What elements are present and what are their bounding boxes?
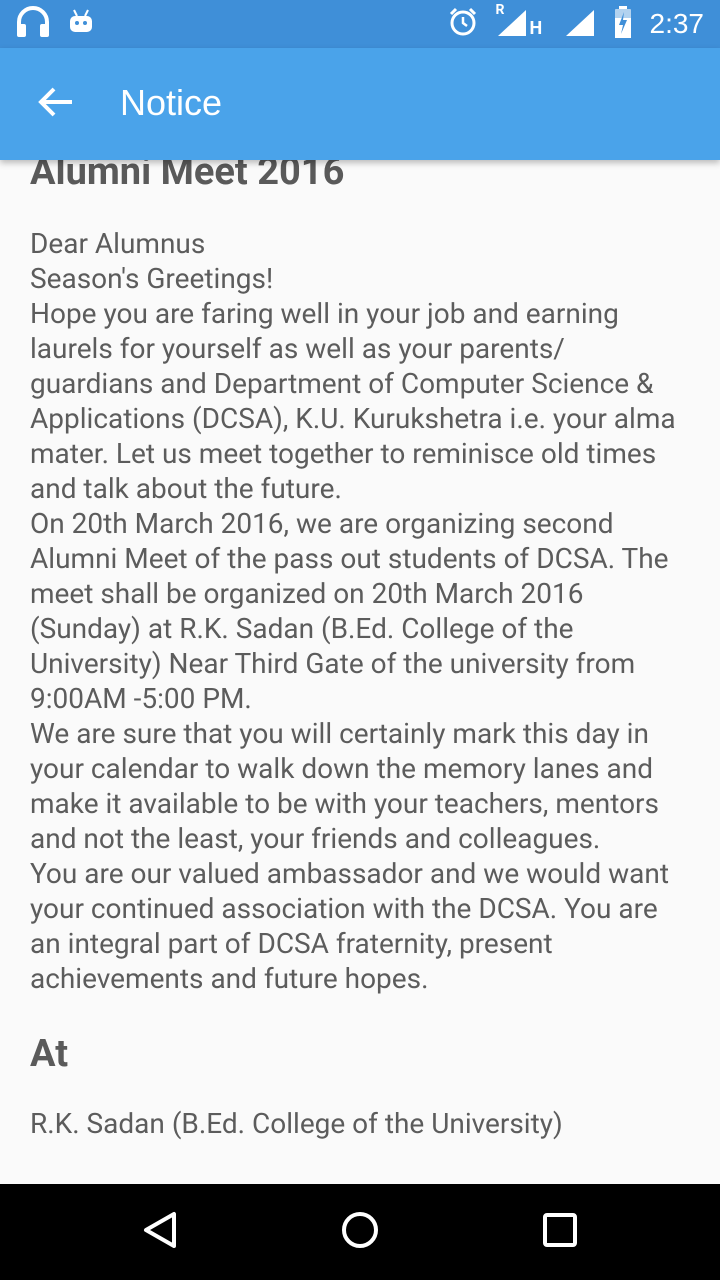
notice-paragraphs: Dear Alumnus Season's Greetings! Hope yo… bbox=[30, 226, 694, 996]
notice-paragraph: On 20th March 2016, we are organizing se… bbox=[30, 507, 669, 715]
nav-recents-button[interactable] bbox=[536, 1208, 584, 1256]
recents-square-icon bbox=[540, 1210, 580, 1254]
back-triangle-icon bbox=[140, 1210, 180, 1254]
notice-heading: Alumni Meet 2016 bbox=[30, 160, 345, 194]
venue-text: R.K. Sadan (B.Ed. College of the Univers… bbox=[30, 1107, 563, 1140]
at-heading: At bbox=[30, 1032, 69, 1076]
alarm-icon bbox=[448, 7, 478, 41]
home-circle-icon bbox=[340, 1210, 380, 1254]
page-title: Notice bbox=[120, 82, 223, 123]
headphones-icon bbox=[16, 6, 50, 42]
signal-icon: R bbox=[496, 2, 528, 40]
notice-content[interactable]: Alumni Meet 2016 Dear Alumnus Season's G… bbox=[0, 160, 720, 1184]
navigation-bar bbox=[0, 1184, 720, 1280]
app-bar: Notice bbox=[0, 48, 720, 160]
battery-icon bbox=[614, 6, 632, 42]
status-left bbox=[16, 6, 94, 42]
status-right: R H 2:37 bbox=[448, 0, 705, 48]
status-bar: R H 2:37 bbox=[0, 0, 720, 48]
greeting: Season's Greetings! bbox=[30, 262, 274, 295]
h-label: H bbox=[529, 18, 543, 39]
android-icon bbox=[68, 8, 94, 40]
notice-paragraph: You are our valued ambassador and we wou… bbox=[30, 857, 669, 995]
network-label: R bbox=[495, 2, 505, 18]
back-button[interactable] bbox=[30, 78, 82, 130]
signal-icon bbox=[564, 8, 596, 40]
nav-back-button[interactable] bbox=[136, 1208, 184, 1256]
arrow-back-icon bbox=[38, 86, 74, 122]
nav-home-button[interactable] bbox=[336, 1208, 384, 1256]
salutation: Dear Alumnus bbox=[30, 227, 206, 260]
notice-body: Alumni Meet 2016 Dear Alumnus Season's G… bbox=[30, 160, 694, 1141]
clock-time: 2:37 bbox=[649, 8, 705, 39]
notice-paragraph: Hope you are faring well in your job and… bbox=[30, 297, 676, 505]
notice-paragraph: We are sure that you will certainly mark… bbox=[30, 717, 659, 855]
